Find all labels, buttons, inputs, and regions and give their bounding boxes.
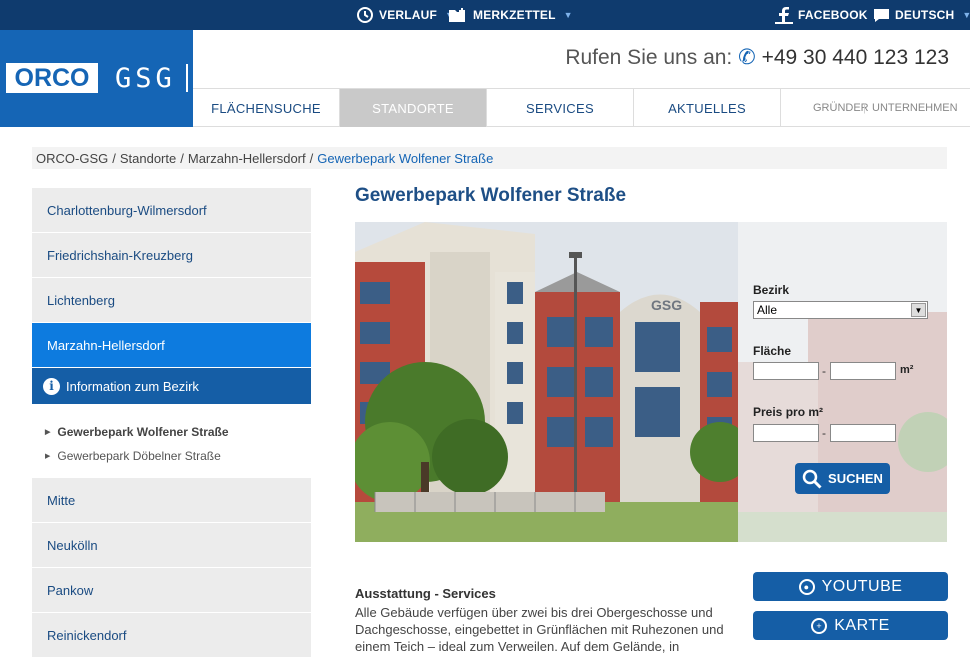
section-text: Alle Gebäude verfügen über zwei bis drei…	[355, 605, 724, 654]
phone-label: Rufen Sie uns an:	[565, 46, 733, 69]
district-sidebar: Charlottenburg-Wilmersdorf Friedrichshai…	[32, 188, 311, 658]
nav-divider: |	[863, 102, 866, 114]
search-button[interactable]: SUCHEN	[795, 463, 890, 494]
preis-min-input[interactable]	[753, 424, 819, 442]
nav-gruender[interactable]: GRÜNDER	[813, 89, 869, 127]
gsg-logo: GSG	[115, 63, 176, 94]
facebook-link[interactable]: FACEBOOK	[775, 0, 868, 30]
breadcrumb-standorte[interactable]: Standorte	[120, 151, 176, 166]
breadcrumb: ORCO-GSG / Standorte / Marzahn-Hellersdo…	[32, 147, 947, 169]
breadcrumb-current: Gewerbepark Wolfener Straße	[317, 150, 494, 166]
nav-aktuelles[interactable]: AKTUELLES	[634, 89, 781, 127]
crosshair-icon: +	[811, 617, 828, 634]
preis-label: Preis pro m²	[753, 405, 824, 419]
search-button-label: SUCHEN	[828, 471, 883, 486]
breadcrumb-separator: /	[112, 150, 116, 166]
map-label: KARTE	[834, 616, 890, 634]
section-heading: Ausstattung - Services	[355, 586, 496, 601]
verlauf-label: VERLAUF	[379, 8, 438, 22]
sidebar-item-pankow[interactable]: Pankow	[32, 568, 311, 613]
range-dash: -	[822, 364, 826, 378]
breadcrumb-separator: /	[180, 150, 184, 166]
facebook-label: FACEBOOK	[798, 8, 868, 22]
verlauf-menu[interactable]: VERLAUF ▼	[356, 0, 454, 30]
chevron-down-icon: ▼	[911, 303, 926, 317]
history-icon	[357, 7, 373, 23]
language-menu[interactable]: DEUTSCH ▼	[873, 0, 970, 30]
logo-divider	[186, 64, 188, 92]
nav-unternehmen[interactable]: UNTERNEHMEN	[872, 89, 958, 127]
top-bar: VERLAUF ▼ MERKZETTEL ▼ FACEBOOK DEUTSCH …	[0, 0, 970, 30]
flaeche-min-input[interactable]	[753, 362, 819, 380]
sidebar-item-mitte[interactable]: Mitte	[32, 478, 311, 523]
page-title: Gewerbepark Wolfener Straße	[355, 185, 627, 206]
sidebar-item-marzahn[interactable]: Marzahn-Hellersdorf	[32, 323, 311, 368]
sidebar-item-charlottenburg[interactable]: Charlottenburg-Wilmersdorf	[32, 188, 311, 233]
sub-item-label: Gewerbepark Döbelner Straße	[57, 449, 221, 463]
background-image	[738, 312, 947, 542]
nav-services[interactable]: SERVICES	[487, 89, 634, 127]
breadcrumb-home[interactable]: ORCO-GSG	[36, 151, 108, 166]
search-icon	[802, 469, 822, 489]
folder-plus-icon	[449, 8, 465, 22]
chevron-down-icon: ▼	[563, 10, 573, 20]
bezirk-select[interactable]: Alle ▼	[753, 301, 928, 319]
phone-icon: ✆	[738, 46, 756, 69]
search-panel: Bezirk Alle ▼ Fläche - m² Preis pro m² -…	[738, 222, 947, 542]
orco-logo: ORCO	[6, 63, 98, 93]
sidebar-item-friedrichshain[interactable]: Friedrichshain-Kreuzberg	[32, 233, 311, 278]
building-photo: GSG	[355, 222, 738, 542]
sidebar-item-neukoelln[interactable]: Neukölln	[32, 523, 311, 568]
bezirk-selected-value: Alle	[757, 303, 778, 317]
flaeche-label: Fläche	[753, 344, 792, 358]
breadcrumb-district[interactable]: Marzahn-Hellersdorf	[188, 151, 306, 166]
speech-bubble-icon	[874, 8, 889, 22]
chevron-down-icon: ▼	[962, 10, 970, 20]
logo-link[interactable]: ORCO GSG	[0, 30, 193, 127]
triangle-right-icon: ▶	[45, 453, 51, 460]
merkzettel-label: MERKZETTEL	[473, 8, 556, 22]
sub-item-label: Gewerbepark Wolfener Straße	[57, 425, 229, 439]
film-reel-icon: ●	[798, 578, 815, 595]
phone-contact: Rufen Sie uns an: ✆ +49 30 440 123 123	[565, 45, 949, 70]
flaeche-max-input[interactable]	[830, 362, 896, 380]
sidebar-sub-doebelner[interactable]: ▶ Gewerbepark Döbelner Straße	[45, 444, 311, 468]
sidebar-item-lichtenberg[interactable]: Lichtenberg	[32, 278, 311, 323]
sidebar-info-label: Information zum Bezirk	[66, 378, 199, 394]
range-dash: -	[822, 426, 826, 440]
youtube-button[interactable]: ● YOUTUBE	[753, 572, 948, 601]
merkzettel-menu[interactable]: MERKZETTEL ▼	[448, 0, 573, 30]
facebook-icon	[775, 7, 793, 24]
main-nav: FLÄCHENSUCHE STANDORTE SERVICES AKTUELLE…	[193, 88, 970, 127]
breadcrumb-separator: /	[309, 150, 314, 166]
youtube-label: YOUTUBE	[821, 577, 903, 595]
map-button[interactable]: + KARTE	[753, 611, 948, 640]
bezirk-label: Bezirk	[753, 283, 790, 297]
nav-flaechensuche[interactable]: FLÄCHENSUCHE	[193, 89, 340, 127]
sidebar-sub-wolfener[interactable]: ▶ Gewerbepark Wolfener Straße	[45, 420, 311, 444]
preis-max-input[interactable]	[830, 424, 896, 442]
info-icon: i	[43, 377, 60, 395]
flaeche-unit: m²	[900, 364, 914, 376]
language-label: DEUTSCH	[895, 8, 955, 22]
nav-standorte[interactable]: STANDORTE	[340, 89, 487, 127]
sidebar-sublist: ▶ Gewerbepark Wolfener Straße ▶ Gewerbep…	[32, 404, 311, 478]
phone-number[interactable]: +49 30 440 123 123	[762, 46, 949, 69]
triangle-right-icon: ▶	[45, 429, 51, 436]
sidebar-info-bezirk[interactable]: i Information zum Bezirk	[32, 368, 311, 404]
sidebar-item-reinickendorf[interactable]: Reinickendorf	[32, 613, 311, 658]
svg-text:GSG: GSG	[651, 297, 682, 313]
